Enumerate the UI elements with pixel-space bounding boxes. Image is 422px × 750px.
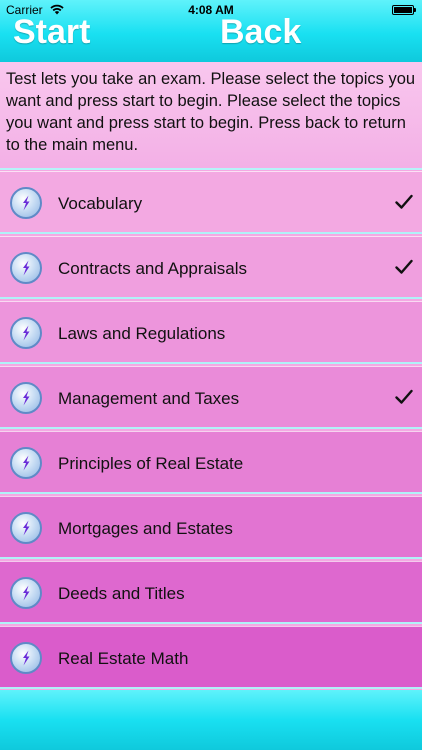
start-button[interactable]: Start [13, 12, 90, 52]
topic-label: Deeds and Titles [58, 584, 185, 603]
topic-label: Mortgages and Estates [58, 519, 233, 538]
topic-row[interactable]: Contracts and Appraisals [0, 236, 422, 299]
topic-label: Contracts and Appraisals [58, 259, 247, 278]
topic-label: Vocabulary [58, 194, 143, 213]
lightning-badge-icon [10, 577, 42, 609]
lightning-badge-icon [10, 317, 42, 349]
topic-label: Laws and Regulations [58, 324, 226, 343]
checkmark-icon [395, 389, 413, 404]
footer-bar [0, 690, 422, 750]
lightning-badge-icon [10, 252, 42, 284]
header-bar: Carrier 4:08 AM Start Back [0, 0, 422, 62]
checkmark-icon [395, 194, 413, 209]
topic-row[interactable]: Mortgages and Estates [0, 496, 422, 559]
topic-label: Real Estate Math [58, 649, 189, 668]
lightning-badge-icon [10, 187, 42, 219]
lightning-badge-icon [10, 447, 42, 479]
topic-row[interactable]: Laws and Regulations [0, 301, 422, 364]
lightning-badge-icon [10, 382, 42, 414]
lightning-badge-icon [10, 512, 42, 544]
topic-row[interactable]: Vocabulary [0, 171, 422, 234]
topic-row[interactable]: Real Estate Math [0, 626, 422, 689]
topic-row[interactable]: Principles of Real Estate [0, 431, 422, 494]
checkmark-icon [395, 259, 413, 274]
topic-label: Principles of Real Estate [58, 454, 244, 473]
lightning-badge-icon [10, 642, 42, 674]
instructions-text: Test lets you take an exam. Please selec… [6, 70, 416, 154]
battery-icon [392, 5, 416, 15]
back-button[interactable]: Back [220, 12, 301, 52]
topic-row[interactable]: Management and Taxes [0, 366, 422, 429]
instructions-panel: Test lets you take an exam. Please selec… [0, 62, 422, 170]
topic-list: Vocabulary Contracts and Appraisals Laws a… [0, 171, 422, 691]
topic-row[interactable]: Deeds and Titles [0, 561, 422, 624]
topic-label: Management and Taxes [58, 389, 240, 408]
